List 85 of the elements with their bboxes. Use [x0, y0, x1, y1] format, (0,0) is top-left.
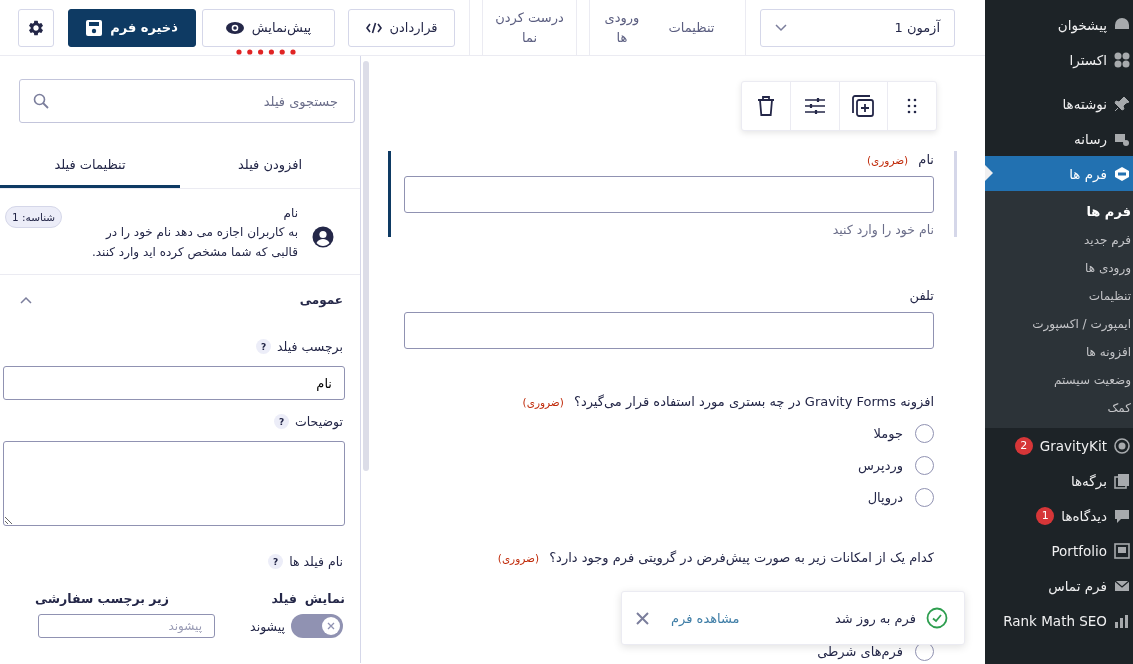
field-label: نام فیلد ها — [289, 554, 343, 569]
menu-item[interactable]: برگه‌ها — [985, 463, 1133, 498]
field-description: به کاربران اجازه می دهد نام خود را در قالبی که شما مشخص کرده اید وارد کنند. — [90, 224, 298, 262]
field-description: نام خود را وارد کنید — [831, 222, 934, 237]
help-icon[interactable]: ? — [268, 554, 284, 569]
duplicate-icon[interactable] — [852, 95, 875, 117]
settings-icon — [27, 18, 45, 37]
submenu-item[interactable]: ورودی ها — [985, 254, 1133, 282]
ring-icon — [1114, 437, 1130, 454]
search-icon — [33, 93, 49, 109]
submenu-item[interactable]: فرم جدید — [985, 226, 1133, 254]
eye-icon — [225, 21, 244, 34]
user-icon — [312, 226, 334, 248]
scrollbar[interactable] — [363, 61, 369, 471]
id-badge: شناسه: 1 — [5, 206, 63, 228]
menu-item[interactable]: اکسترا — [985, 42, 1133, 77]
description-input[interactable] — [3, 441, 345, 526]
nav-link[interactable]: ورودی ها — [590, 7, 654, 48]
dotted-underline — [236, 48, 296, 55]
check-circle-icon — [926, 607, 948, 629]
menu-item[interactable]: دیدگاه‌ها — [1061, 507, 1107, 524]
field-label: نام (ضروری) — [865, 151, 934, 169]
save-button[interactable]: ذخیره فرم — [68, 8, 196, 47]
subfield-name: پیشوند — [249, 618, 285, 634]
toggle-switch[interactable] — [291, 614, 343, 638]
help-icon[interactable]: ? — [274, 414, 290, 429]
close-icon[interactable] — [636, 611, 649, 625]
code-icon — [365, 21, 382, 34]
menu-item[interactable]: پیشخوان — [985, 7, 1133, 42]
form-select[interactable]: آزمون 1 — [760, 8, 955, 47]
field-label: تلفن — [908, 287, 934, 305]
grid-icon — [1114, 51, 1130, 68]
embed-button[interactable]: قراردادن — [348, 8, 455, 47]
drag-handle-icon[interactable] — [907, 98, 918, 114]
help-icon[interactable]: ? — [256, 339, 272, 354]
submenu-item[interactable]: افزونه ها — [985, 338, 1133, 366]
toast-message: فرم به روز شد — [834, 610, 916, 626]
field-label: کدام یک از امکانات زیر به صورت پیش‌فرض در گرویتی فرم وجود دارد؟ (ضروری) — [496, 549, 934, 567]
count-badge: 1 — [1036, 506, 1055, 525]
label-input[interactable]: نام — [3, 366, 345, 400]
menu-item[interactable]: GravityKit — [1039, 437, 1107, 454]
menu-item[interactable]: فرم تماس — [985, 568, 1133, 603]
field-label: توضیحات — [295, 414, 343, 429]
menu-item[interactable]: نوشته‌ها — [985, 86, 1133, 121]
column-header: فیلد — [270, 591, 297, 606]
submenu-item[interactable]: تنظیمات — [985, 282, 1133, 310]
pages-icon — [1114, 472, 1130, 489]
submenu-item[interactable]: ایمپورت / اکسپورت — [985, 310, 1133, 338]
tab[interactable]: تنظیمات فیلد — [0, 144, 180, 188]
bar-chart-icon — [1114, 612, 1130, 629]
column-header: زیر برچسب سفارشی — [35, 591, 169, 606]
search-field[interactable]: جستجوی فیلد — [19, 79, 355, 123]
menu-item[interactable]: Rank Math SEO — [985, 603, 1133, 638]
settings-button[interactable] — [18, 8, 54, 47]
trash-icon[interactable] — [756, 96, 775, 116]
tab[interactable]: افزودن فیلد — [180, 144, 360, 188]
menu-item[interactable]: رسانه — [985, 121, 1133, 156]
option-label: وردپرس — [858, 457, 903, 473]
selected-field[interactable]: نام (ضروری) نام خود را وارد کنید — [388, 151, 957, 237]
nav-link[interactable]: درست کردن نما — [482, 0, 577, 56]
text-input[interactable] — [404, 312, 934, 349]
nav-link[interactable]: تنظیمات — [654, 17, 745, 38]
submenu-item[interactable]: کمک — [985, 394, 1133, 422]
sublabel-input[interactable]: پیشوند — [38, 614, 215, 638]
text-input[interactable] — [404, 176, 934, 213]
menu-item[interactable]: فرم ها — [985, 156, 1133, 191]
pin-icon — [1114, 95, 1130, 112]
option-label: جوملا — [873, 425, 903, 441]
current-marker — [985, 165, 993, 181]
menu-item[interactable]: Portfolio — [985, 533, 1133, 568]
submenu-item[interactable]: فرم ها — [985, 198, 1133, 226]
view-form-link[interactable]: مشاهده فرم — [671, 610, 740, 626]
count-badge: 2 — [1014, 436, 1033, 455]
column-header: نمایش — [305, 591, 345, 606]
sliders-icon[interactable] — [804, 98, 825, 114]
comment-icon — [1114, 507, 1130, 524]
submenu-item[interactable]: وضعیت سیستم — [985, 366, 1133, 394]
option-label: فرم‌های شرطی — [817, 643, 903, 659]
field-label: برچسب فیلد — [277, 339, 343, 354]
field-label: افزونه Gravity Forms در چه بستری مورد استفاده قرار می‌گیرد؟ (ضروری) — [521, 393, 934, 411]
option-label: دروپال — [867, 489, 903, 505]
field-title: نام — [282, 206, 298, 220]
chevron-down-icon — [775, 23, 787, 32]
chevron-up-icon[interactable] — [20, 296, 32, 304]
section-title: عمومی — [299, 293, 343, 307]
